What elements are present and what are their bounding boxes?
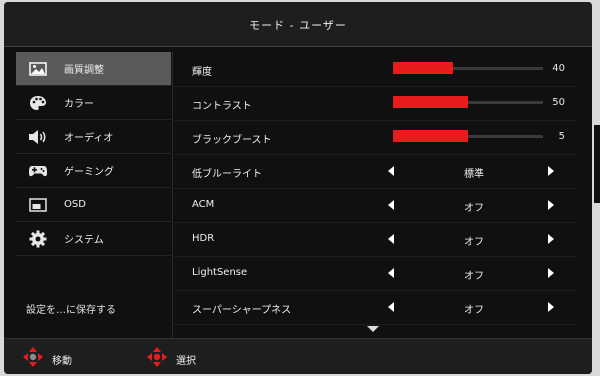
gear-icon (24, 230, 52, 248)
low-blue-light-row[interactable]: 低ブルーライト 標準 (172, 154, 577, 189)
option-value: 標準 (464, 169, 484, 180)
arrow-right-icon[interactable] (548, 166, 554, 176)
select-hint: 選択 (146, 346, 196, 372)
bezel-edge (594, 125, 600, 203)
brightness-row[interactable]: 輝度 40 (172, 52, 577, 87)
option-value: オフ (464, 237, 484, 248)
setting-label: 低ブルーライト (192, 169, 262, 180)
move-hint: 移動 (22, 346, 72, 372)
sidebar-item-osd[interactable]: OSD (16, 188, 171, 222)
osd-menu: モード - ユーザー 画質調整 カラー オーディオ ゲーミング OSD システム… (4, 2, 592, 374)
option-value: オフ (464, 271, 484, 282)
arrow-right-icon[interactable] (548, 268, 554, 278)
dpad-select-icon (146, 346, 168, 372)
option-value: オフ (464, 305, 484, 316)
setting-label: コントラスト (192, 101, 252, 112)
save-settings-item[interactable]: 設定を…に保存する (26, 301, 116, 316)
arrow-right-icon[interactable] (548, 234, 554, 244)
sidebar-item-label: システム (64, 235, 104, 246)
sidebar-item-label: OSD (64, 199, 86, 210)
sidebar-item-gaming[interactable]: ゲーミング (16, 154, 171, 188)
sidebar-item-system[interactable]: システム (16, 222, 171, 256)
setting-label: 輝度 (192, 67, 212, 78)
sidebar-item-label: ゲーミング (64, 167, 114, 178)
osd-icon (24, 197, 52, 212)
sidebar-item-audio[interactable]: オーディオ (16, 120, 171, 154)
speaker-icon (24, 129, 52, 145)
sidebar-item-label: カラー (64, 99, 94, 110)
sidebar-item-label: 画質調整 (64, 65, 104, 76)
sidebar-item-picture[interactable]: 画質調整 (16, 52, 171, 86)
slider-value: 40 (552, 63, 565, 74)
picture-icon (24, 61, 52, 76)
gamepad-icon (24, 164, 52, 178)
option-value: オフ (464, 203, 484, 214)
select-label: 選択 (176, 355, 196, 367)
arrow-right-icon[interactable] (548, 302, 554, 312)
setting-label: ブラックブースト (192, 135, 272, 146)
arrow-right-icon[interactable] (548, 200, 554, 210)
lightsense-row[interactable]: LightSense オフ (172, 256, 577, 291)
scroll-down-icon[interactable] (367, 326, 379, 332)
setting-label: LightSense (192, 267, 248, 278)
footer-hints: 移動 選択 (4, 338, 592, 374)
move-label: 移動 (52, 355, 72, 367)
title-bar: モード - ユーザー (4, 2, 592, 47)
black-boost-row[interactable]: ブラックブースト 5 (172, 120, 577, 155)
settings-panel: 輝度 40 コントラスト 50 ブラックブースト 5 低ブルーライト 標準 AC… (172, 52, 592, 337)
setting-label: HDR (192, 233, 215, 244)
acm-row[interactable]: ACM オフ (172, 188, 577, 223)
super-sharpness-row[interactable]: スーパーシャープネス オフ (172, 290, 577, 325)
sidebar-item-color[interactable]: カラー (16, 86, 171, 120)
slider-value: 5 (558, 131, 565, 142)
slider-fill (393, 96, 468, 108)
sidebar: 画質調整 カラー オーディオ ゲーミング OSD システム 設定を…に保存する (16, 52, 173, 340)
slider-fill (393, 130, 468, 142)
palette-icon (24, 95, 52, 111)
contrast-row[interactable]: コントラスト 50 (172, 86, 577, 121)
setting-label: ACM (192, 199, 215, 210)
slider-value: 50 (552, 97, 565, 108)
hdr-row[interactable]: HDR オフ (172, 222, 577, 257)
menu-title: モード - ユーザー (249, 19, 347, 32)
dpad-move-icon (22, 346, 44, 372)
setting-label: スーパーシャープネス (192, 305, 292, 316)
sidebar-item-label: オーディオ (64, 133, 114, 144)
slider-fill (393, 62, 453, 74)
